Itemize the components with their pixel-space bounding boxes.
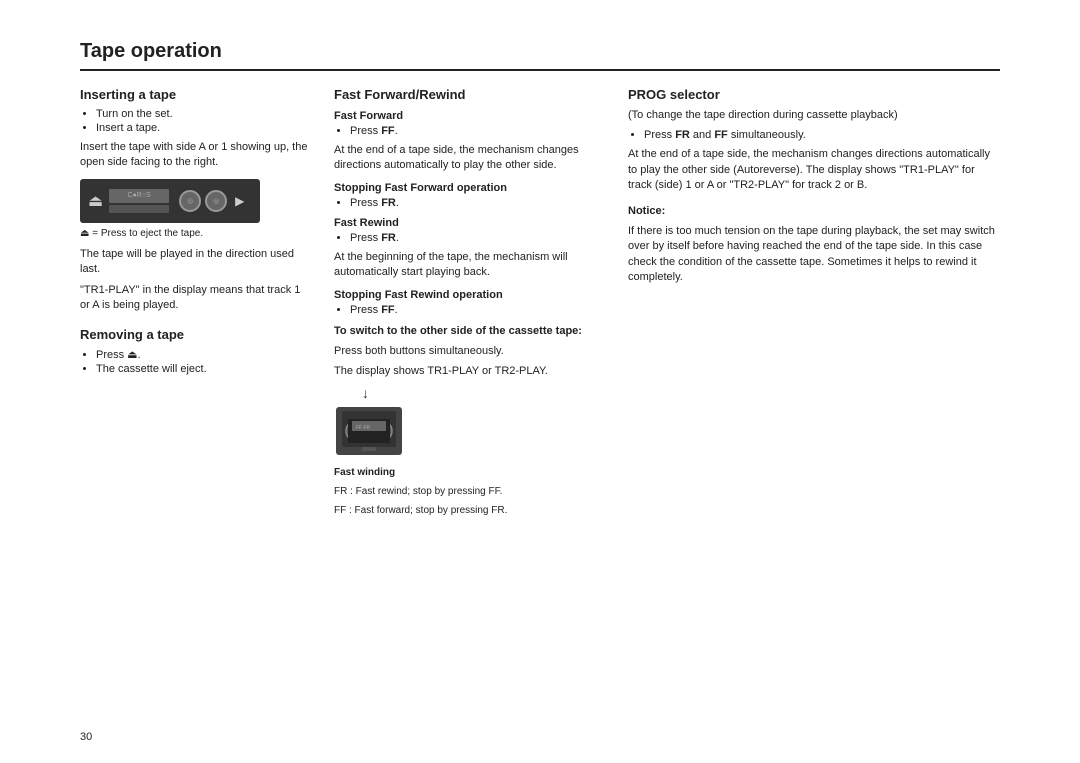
fast-winding-title: Fast winding <box>334 466 604 480</box>
fr-bullets: Press FR. <box>334 232 604 244</box>
inserting-note1: Insert the tape with side A or 1 showing… <box>80 140 310 171</box>
removing-bullet-1: Press ⏏. <box>96 348 310 361</box>
fr-note: At the beginning of the tape, the mechan… <box>334 250 604 281</box>
ff-note: At the end of a tape side, the mechanism… <box>334 143 604 174</box>
notice-title: Notice: <box>628 204 1000 219</box>
col-mid: Fast Forward/Rewind Fast Forward Press F… <box>334 87 604 523</box>
page-title: Tape operation <box>80 40 1000 71</box>
prog-subtitle: (To change the tape direction during cas… <box>628 108 1000 123</box>
inserting-note3: "TR1-PLAY" in the display means that tra… <box>80 283 310 314</box>
fast-winding-ff: FF : Fast forward; stop by pressing FR. <box>334 504 604 518</box>
main-columns: Inserting a tape Turn on the set. Insert… <box>80 87 1000 523</box>
switch-section: To switch to the other side of the casse… <box>334 324 604 380</box>
removing-title: Removing a tape <box>80 327 310 342</box>
col-left: Inserting a tape Turn on the set. Insert… <box>80 87 310 381</box>
fast-winding-fr: FR : Fast rewind; stop by pressing FF. <box>334 485 604 499</box>
ff-bullets: Press FF. <box>334 125 604 137</box>
stop-ff-bullet: Press FR. <box>350 197 604 209</box>
inserting-bullets: Turn on the set. Insert a tape. <box>80 108 310 134</box>
removing-bullets: Press ⏏. The cassette will eject. <box>80 348 310 375</box>
ff-bullet: Press FF. <box>350 125 604 137</box>
stop-fr-bullets: Press FF. <box>334 304 604 316</box>
cassette-image-container: FF FR <box>334 403 604 462</box>
inserting-bullet-1: Turn on the set. <box>96 108 310 120</box>
removing-section: Removing a tape Press ⏏. The cassette wi… <box>80 327 310 375</box>
tape-deck-image: ⏏ C●R○S ◎ ◎ ▶ <box>80 179 260 223</box>
ff-title: Fast Forward/Rewind <box>334 87 604 102</box>
eject-note: ⏏ = Press to eject the tape. <box>80 227 310 241</box>
fr-bullet: Press FR. <box>350 232 604 244</box>
switch-title: To switch to the other side of the casse… <box>334 324 604 339</box>
inserting-note2: The tape will be played in the direction… <box>80 247 310 278</box>
page-number: 30 <box>80 731 92 743</box>
prog-note: At the end of a tape side, the mechanism… <box>628 147 1000 193</box>
stop-ff-bullets: Press FR. <box>334 197 604 209</box>
tape-arrow-icon: ▶ <box>235 194 244 208</box>
arrow-down-icon: ↓ <box>334 385 604 401</box>
removing-bullet-2: The cassette will eject. <box>96 363 310 375</box>
stop-fr-title: Stopping Fast Rewind operation <box>334 289 604 301</box>
eject-symbol-icon: ⏏ <box>88 191 103 211</box>
prog-title: PROG selector <box>628 87 1000 102</box>
notice-text: If there is too much tension on the tape… <box>628 224 1000 286</box>
switch-note1: Press both buttons simultaneously. <box>334 344 604 359</box>
stop-ff-title: Stopping Fast Forward operation <box>334 182 604 194</box>
col-right: PROG selector (To change the tape direct… <box>628 87 1000 291</box>
ff-sub-title: Fast Forward <box>334 110 604 122</box>
svg-text:FF FR: FF FR <box>356 425 371 431</box>
cassette-svg: FF FR <box>334 403 404 459</box>
prog-bullets: Press FR and FF simultaneously. <box>628 129 1000 141</box>
notice-section: Notice: If there is too much tension on … <box>628 204 1000 286</box>
switch-note2: The display shows TR1-PLAY or TR2-PLAY. <box>334 364 604 379</box>
page: Tape operation Inserting a tape Turn on … <box>0 0 1080 763</box>
fr-sub-title: Fast Rewind <box>334 217 604 229</box>
inserting-title: Inserting a tape <box>80 87 310 102</box>
prog-bullet: Press FR and FF simultaneously. <box>644 129 1000 141</box>
stop-fr-bullet: Press FF. <box>350 304 604 316</box>
inserting-bullet-2: Insert a tape. <box>96 122 310 134</box>
